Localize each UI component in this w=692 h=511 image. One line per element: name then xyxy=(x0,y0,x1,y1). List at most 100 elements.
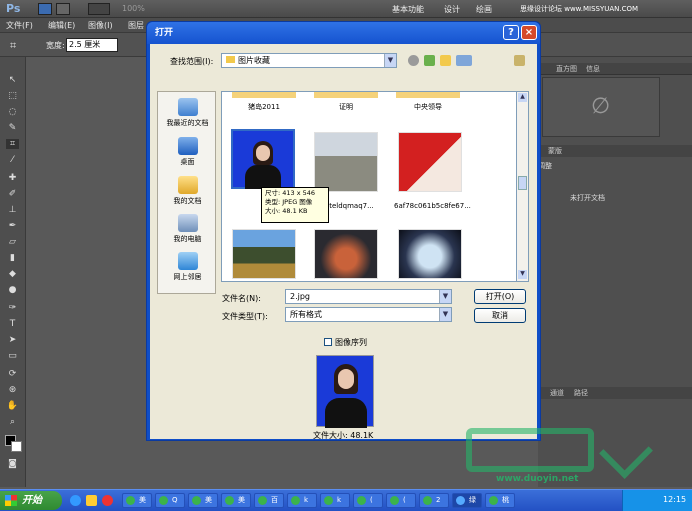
folder-icon xyxy=(226,56,235,63)
look-in-select[interactable]: 图片收藏 ▼ xyxy=(221,53,397,68)
type-tool-icon[interactable]: T xyxy=(6,319,19,329)
scroll-thumb[interactable] xyxy=(518,176,527,190)
folder-thumb[interactable] xyxy=(314,92,378,98)
width-input[interactable]: 2.5 厘米 xyxy=(66,38,118,52)
menu-image[interactable]: 图像(I) xyxy=(88,20,113,31)
folder-name[interactable]: 证明 xyxy=(314,102,378,112)
taskbar-item[interactable]: k xyxy=(320,493,350,508)
dodge-tool-icon[interactable]: ● xyxy=(6,285,19,295)
image-thumb-mountain[interactable] xyxy=(232,229,296,279)
new-folder-icon[interactable] xyxy=(440,55,451,66)
taskbar-item[interactable]: k xyxy=(287,493,317,508)
history-brush-icon[interactable]: ✒ xyxy=(6,221,19,231)
eyedropper-icon[interactable]: ⁄ xyxy=(6,155,19,165)
bridge-icon[interactable] xyxy=(38,3,52,15)
back-icon[interactable] xyxy=(408,55,419,66)
folder-thumb[interactable] xyxy=(396,92,460,98)
scroll-down-icon[interactable]: ▼ xyxy=(518,270,527,279)
taskbar-item[interactable]: 2 xyxy=(419,493,449,508)
stamp-tool-icon[interactable]: ⊥ xyxy=(6,205,19,215)
image-thumb-planet[interactable] xyxy=(398,229,462,279)
quick-launch-folder-icon[interactable] xyxy=(86,495,97,506)
tab-masks[interactable]: 蒙版 xyxy=(548,146,562,156)
tab-histogram[interactable]: 直方图 xyxy=(556,64,577,74)
image-thumb-crowd[interactable] xyxy=(314,132,378,192)
quick-mask-icon[interactable]: ◙ xyxy=(6,459,19,469)
image-thumb-dancers[interactable] xyxy=(314,229,378,279)
place-network[interactable]: 网上邻居 xyxy=(160,252,215,282)
close-button[interactable]: × xyxy=(521,25,537,40)
crop-icon[interactable]: ⌗ xyxy=(6,139,19,149)
preview-body xyxy=(325,398,367,428)
lasso-tool-icon[interactable]: ◌ xyxy=(6,107,19,117)
tab-paths[interactable]: 路径 xyxy=(574,388,588,398)
shape-tool-icon[interactable]: ▭ xyxy=(6,351,19,361)
tab-channels[interactable]: 通道 xyxy=(550,388,564,398)
hand-tool-icon[interactable]: ✋ xyxy=(6,401,19,411)
taskbar-item[interactable]: 桃 xyxy=(485,493,515,508)
filename-input[interactable]: 2.jpg ▼ xyxy=(285,289,452,304)
place-desktop[interactable]: 桌面 xyxy=(160,137,215,167)
marquee-tool-icon[interactable]: ⬚ xyxy=(6,91,19,101)
chevron-down-icon[interactable]: ▼ xyxy=(384,54,396,67)
zoom-level[interactable]: 100% xyxy=(122,4,145,13)
quick-select-icon[interactable]: ✎ xyxy=(6,123,19,133)
crop-tool-icon[interactable]: ⌗ xyxy=(10,39,16,53)
cancel-button[interactable]: 取消 xyxy=(474,308,526,323)
open-button[interactable]: 打开(O) xyxy=(474,289,526,304)
workspace-design[interactable]: 设计 xyxy=(444,4,460,15)
gradient-tool-icon[interactable]: ▮ xyxy=(6,253,19,263)
start-button[interactable]: 开始 xyxy=(0,491,62,510)
zoom-tool-icon[interactable]: ⌕ xyxy=(6,417,19,427)
eraser-tool-icon[interactable]: ▱ xyxy=(6,237,19,247)
image-thumb-portrait[interactable] xyxy=(231,129,295,189)
menu-layer[interactable]: 图层 xyxy=(128,20,144,31)
image-thumb-flag[interactable] xyxy=(398,132,462,192)
workspace-painting[interactable]: 绘画 xyxy=(476,4,492,15)
filetype-select[interactable]: 所有格式 ▼ xyxy=(285,307,452,322)
menu-edit[interactable]: 编辑(E) xyxy=(48,20,75,31)
brush-tool-icon[interactable]: ✐ xyxy=(6,189,19,199)
healing-brush-icon[interactable]: ✚ xyxy=(6,173,19,183)
place-my-computer[interactable]: 我的电脑 xyxy=(160,214,215,244)
minibridge-icon[interactable] xyxy=(56,3,70,15)
chevron-down-icon[interactable]: ▼ xyxy=(439,290,451,303)
taskbar-item[interactable]: 美 xyxy=(122,493,152,508)
taskbar-item[interactable]: 百 xyxy=(254,493,284,508)
menu-file[interactable]: 文件(F) xyxy=(6,20,33,31)
taskbar-item[interactable]: ( xyxy=(386,493,416,508)
taskbar-item[interactable]: ( xyxy=(353,493,383,508)
image-caption[interactable]: 6af78c061b5c8fe67... xyxy=(394,202,471,210)
view-menu-icon[interactable] xyxy=(456,55,472,66)
taskbar-item-active[interactable]: 绿 xyxy=(452,493,482,508)
tooltip-size: 大小: 48.1 KB xyxy=(265,207,308,215)
chevron-down-icon[interactable]: ▼ xyxy=(439,308,451,321)
view-extras-icon[interactable] xyxy=(88,3,110,15)
image-sequence-checkbox[interactable] xyxy=(324,338,332,346)
3d-rotate-icon[interactable]: ⟳ xyxy=(6,369,19,379)
path-select-icon[interactable]: ➤ xyxy=(6,335,19,345)
taskbar-item[interactable]: 美 xyxy=(188,493,218,508)
taskbar-item[interactable]: Q xyxy=(155,493,185,508)
place-my-documents[interactable]: 我的文档 xyxy=(160,176,215,206)
3d-orbit-icon[interactable]: ⊛ xyxy=(6,385,19,395)
help-button[interactable]: ? xyxy=(503,25,519,40)
move-tool-icon[interactable]: ↖ xyxy=(6,75,19,85)
taskbar-item[interactable]: 美 xyxy=(221,493,251,508)
background-color-swatch[interactable] xyxy=(11,441,22,452)
network-icon xyxy=(177,252,198,270)
tab-info[interactable]: 信息 xyxy=(586,64,600,74)
workspace-essentials[interactable]: 基本功能 xyxy=(392,4,424,15)
blur-tool-icon[interactable]: ◆ xyxy=(6,269,19,279)
folder-thumb[interactable] xyxy=(232,92,296,98)
scroll-up-icon[interactable]: ▲ xyxy=(518,93,527,102)
browse-bridge-icon[interactable] xyxy=(514,55,525,66)
place-recent[interactable]: 我最近的文档 xyxy=(160,98,215,128)
file-list-scrollbar[interactable]: ▲ ▼ xyxy=(517,91,529,282)
quick-launch-app-icon[interactable] xyxy=(102,495,113,506)
folder-name[interactable]: 猪岛2011 xyxy=(232,102,296,112)
pen-tool-icon[interactable]: ✑ xyxy=(6,303,19,313)
quick-launch-ie-icon[interactable] xyxy=(70,495,81,506)
folder-name[interactable]: 中央领导 xyxy=(396,102,460,112)
up-folder-icon[interactable] xyxy=(424,55,435,66)
